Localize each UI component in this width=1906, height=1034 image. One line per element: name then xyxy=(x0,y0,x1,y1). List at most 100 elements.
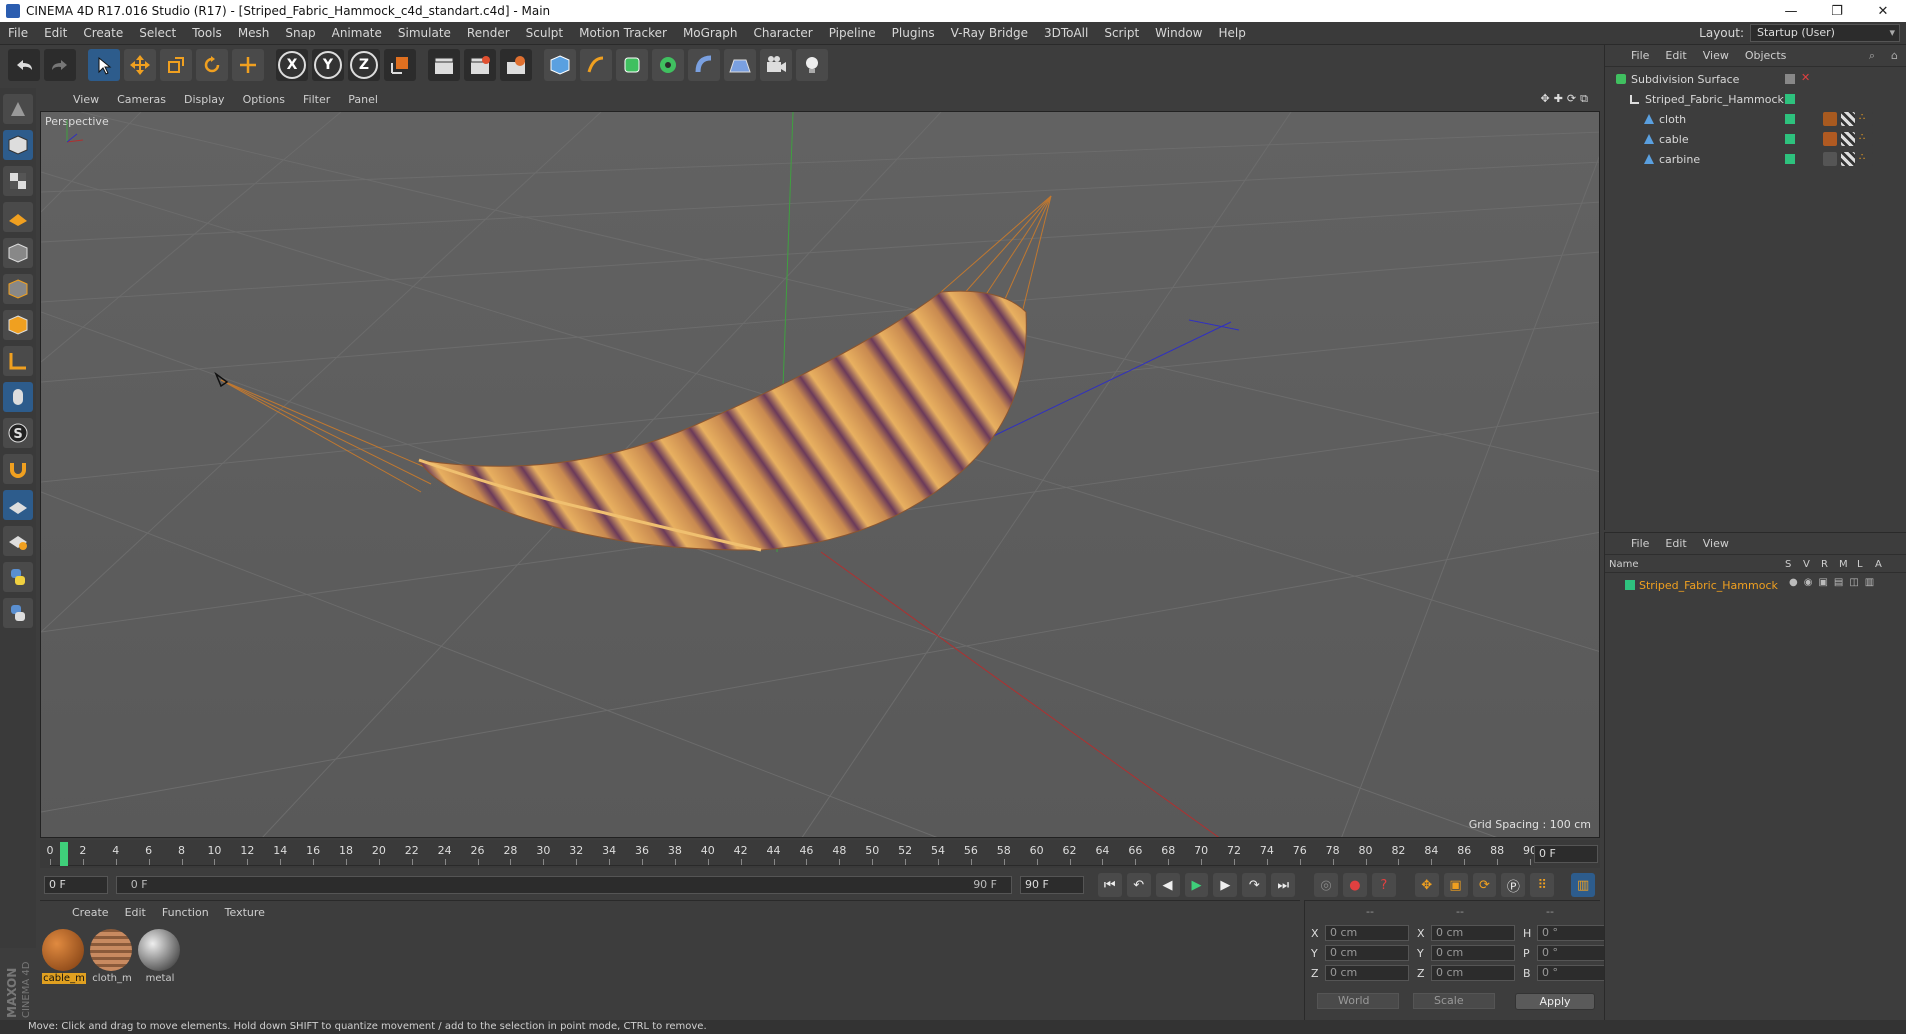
transform-button[interactable] xyxy=(232,49,264,81)
viewport-navigation-icons[interactable]: ✥✚⟳⧉ xyxy=(1540,92,1592,106)
object-row-subdivision-surface[interactable]: Subdivision Surface ✕ xyxy=(1605,69,1906,89)
frame-range-slider[interactable]: 0 F 90 F xyxy=(115,876,1013,894)
layer-color-swatch[interactable] xyxy=(1785,134,1795,144)
edges-mode-button[interactable] xyxy=(3,274,33,304)
light-button[interactable] xyxy=(796,49,828,81)
position-z-field[interactable]: 0 cm xyxy=(1325,965,1409,981)
layout-dropdown[interactable]: Startup (User) xyxy=(1750,24,1900,42)
material-menu-function[interactable]: Function xyxy=(154,906,217,919)
objects-menu-objects[interactable]: Objects xyxy=(1737,49,1795,62)
layer-color-swatch[interactable] xyxy=(1625,580,1635,590)
cube-primitive-button[interactable] xyxy=(544,49,576,81)
size-x-field[interactable]: 0 cm xyxy=(1431,925,1515,941)
position-x-field[interactable]: 0 cm xyxy=(1325,925,1409,941)
material-tag-icon[interactable] xyxy=(1823,112,1837,126)
menu-vray-bridge[interactable]: V-Ray Bridge xyxy=(943,22,1036,45)
menu-file[interactable]: File xyxy=(0,22,36,45)
texture-mode-button[interactable] xyxy=(3,166,33,196)
snap-settings-button[interactable]: S xyxy=(3,418,33,448)
menu-edit[interactable]: Edit xyxy=(36,22,75,45)
minimize-button[interactable]: — xyxy=(1768,0,1814,22)
material-menu-create[interactable]: Create xyxy=(64,906,117,919)
material-swatch-metal[interactable]: metal xyxy=(138,929,182,987)
menu-motion-tracker[interactable]: Motion Tracker xyxy=(571,22,675,45)
home-icon[interactable]: ⌂ xyxy=(1883,49,1906,62)
menu-mograph[interactable]: MoGraph xyxy=(675,22,746,45)
floor-button[interactable] xyxy=(724,49,756,81)
menu-window[interactable]: Window xyxy=(1147,22,1210,45)
objects-menu-file[interactable]: File xyxy=(1623,49,1657,62)
undo-button[interactable] xyxy=(8,49,40,81)
key-rotation-button[interactable]: ⟳ xyxy=(1472,873,1497,897)
menu-sculpt[interactable]: Sculpt xyxy=(518,22,571,45)
viewport-menu-cameras[interactable]: Cameras xyxy=(108,93,175,106)
texture-tag-icon[interactable] xyxy=(1841,112,1855,126)
workplane-align-button[interactable] xyxy=(3,526,33,556)
menu-help[interactable]: Help xyxy=(1210,22,1253,45)
spline-pen-button[interactable] xyxy=(580,49,612,81)
3d-viewport-canvas[interactable]: Perspective Grid Spacing : 100 cm xyxy=(40,111,1600,838)
layer-row[interactable]: Striped_Fabric_Hammock ●◉▣▤◫▥ xyxy=(1605,575,1906,595)
current-frame-field[interactable]: 0 F xyxy=(1534,845,1598,863)
menu-mesh[interactable]: Mesh xyxy=(230,22,278,45)
object-row-carbine[interactable]: carbine ∴ xyxy=(1605,149,1906,169)
render-picture-viewer-button[interactable] xyxy=(464,49,496,81)
menu-script[interactable]: Script xyxy=(1096,22,1147,45)
disable-x-icon[interactable]: ✕ xyxy=(1801,71,1810,84)
points-mode-button[interactable] xyxy=(3,238,33,268)
model-mode-button[interactable] xyxy=(3,130,33,160)
start-frame-field[interactable]: 0 F xyxy=(44,876,108,894)
layer-color-swatch[interactable] xyxy=(1785,114,1795,124)
previous-keyframe-button[interactable]: ↶ xyxy=(1126,873,1151,897)
size-y-field[interactable]: 0 cm xyxy=(1431,945,1515,961)
key-pla-button[interactable]: ⠿ xyxy=(1530,873,1555,897)
key-position-button[interactable]: ✥ xyxy=(1414,873,1439,897)
menu-plugins[interactable]: Plugins xyxy=(884,22,943,45)
object-row-cloth[interactable]: cloth ∴ xyxy=(1605,109,1906,129)
render-settings-button[interactable] xyxy=(500,49,532,81)
menu-select[interactable]: Select xyxy=(131,22,184,45)
end-frame-field[interactable]: 90 F xyxy=(1020,876,1084,894)
layers-menu-file[interactable]: File xyxy=(1623,537,1657,550)
x-axis-lock-button[interactable]: X xyxy=(276,49,308,81)
frame-ruler[interactable]: 0 2 4 6 8 10 12 14 16 18 20 22 24 26 28 30 32 34 36 38 40 42 4… xyxy=(47,842,1537,866)
make-editable-button[interactable] xyxy=(3,94,33,124)
object-row-cable[interactable]: cable ∴ xyxy=(1605,129,1906,149)
menu-3dtoall[interactable]: 3DToAll xyxy=(1036,22,1096,45)
tweak-mode-button[interactable] xyxy=(3,382,33,412)
key-parameter-button[interactable]: Ⓟ xyxy=(1501,873,1526,897)
viewport-menu-options[interactable]: Options xyxy=(234,93,294,106)
redo-button[interactable] xyxy=(44,49,76,81)
previous-frame-button[interactable]: ◀ xyxy=(1155,873,1180,897)
viewport-menu-panel[interactable]: Panel xyxy=(339,93,387,106)
viewport-menu-filter[interactable]: Filter xyxy=(294,93,339,106)
layers-menu-edit[interactable]: Edit xyxy=(1657,537,1694,550)
menu-pipeline[interactable]: Pipeline xyxy=(821,22,884,45)
y-axis-lock-button[interactable]: Y xyxy=(312,49,344,81)
material-tag-icon[interactable] xyxy=(1823,152,1837,166)
autokey-button[interactable]: ? xyxy=(1371,873,1396,897)
menu-snap[interactable]: Snap xyxy=(277,22,323,45)
layer-color-swatch[interactable] xyxy=(1785,154,1795,164)
material-menu-edit[interactable]: Edit xyxy=(117,906,154,919)
next-keyframe-button[interactable]: ↷ xyxy=(1242,873,1267,897)
material-swatch-cable[interactable]: cable_m xyxy=(42,929,86,987)
axis-mode-button[interactable] xyxy=(3,346,33,376)
magnet-button[interactable] xyxy=(3,454,33,484)
go-to-end-button[interactable]: ⏭ xyxy=(1271,873,1296,897)
scale-button[interactable] xyxy=(160,49,192,81)
phong-tag-icon[interactable]: ∴ xyxy=(1859,132,1873,146)
workplane-lock-button[interactable] xyxy=(3,490,33,520)
render-view-button[interactable] xyxy=(428,49,460,81)
move-button[interactable] xyxy=(124,49,156,81)
phong-tag-icon[interactable]: ∴ xyxy=(1859,152,1873,166)
size-mode-dropdown[interactable]: Scale xyxy=(1413,993,1495,1009)
phong-tag-icon[interactable]: ∴ xyxy=(1859,112,1873,126)
objects-menu-edit[interactable]: Edit xyxy=(1657,49,1694,62)
menu-character[interactable]: Character xyxy=(745,22,820,45)
record-keys-button[interactable]: ● xyxy=(1342,873,1367,897)
coordinate-space-dropdown[interactable]: World xyxy=(1317,993,1399,1009)
workplane-mode-button[interactable] xyxy=(3,202,33,232)
timeline-playhead[interactable] xyxy=(60,842,68,866)
object-row-hammock[interactable]: Striped_Fabric_Hammock xyxy=(1605,89,1906,109)
